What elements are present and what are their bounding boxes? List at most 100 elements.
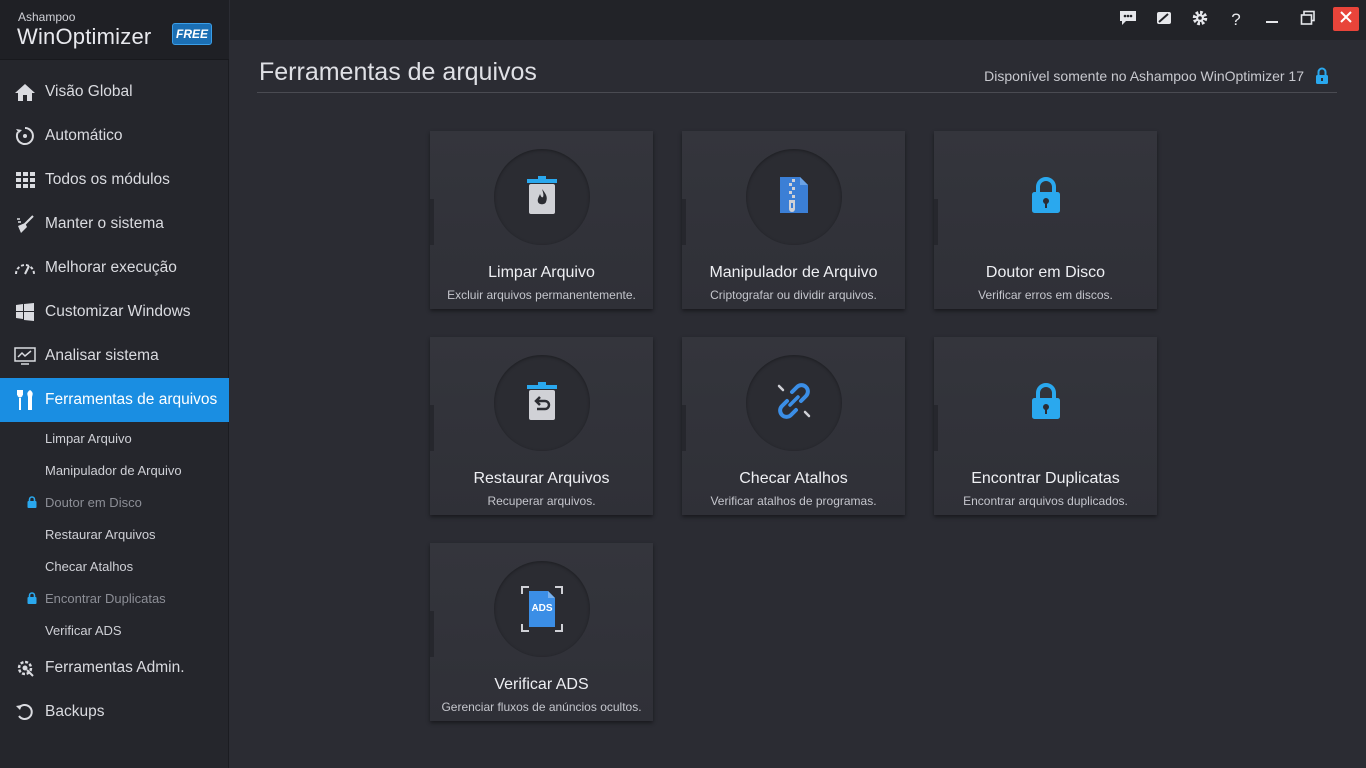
- sub-item-restaurar-arquivos[interactable]: Restaurar Arquivos: [0, 518, 229, 550]
- sub-item-label: Restaurar Arquivos: [45, 526, 156, 542]
- windows-icon: [14, 301, 36, 323]
- card-restaurar-arquivos[interactable]: Restaurar Arquivos Recuperar arquivos.: [430, 337, 653, 515]
- nav-item-automatico[interactable]: Automático: [0, 114, 229, 158]
- nav-item-melhorar-execucao[interactable]: Melhorar execução: [0, 246, 229, 290]
- lock-icon: [27, 592, 37, 607]
- card-limpar-arquivo[interactable]: Limpar Arquivo Excluir arquivos permanen…: [430, 131, 653, 309]
- nav-item-customizar-windows[interactable]: Customizar Windows: [0, 290, 229, 334]
- card-description: Recuperar arquivos.: [487, 494, 596, 508]
- card-title: Checar Atalhos: [739, 470, 848, 487]
- nav-item-label: Ferramentas de arquivos: [45, 391, 218, 408]
- sub-item-verificar-ads[interactable]: Verificar ADS: [0, 614, 229, 646]
- title-bar: ?: [230, 0, 1366, 40]
- lock-icon: [1315, 67, 1329, 90]
- sub-item-label: Manipulador de Arquivo: [45, 462, 182, 478]
- card-description: Encontrar arquivos duplicados.: [963, 494, 1128, 508]
- sub-item-label: Verificar ADS: [45, 622, 122, 638]
- nav-item-label: Customizar Windows: [45, 303, 191, 320]
- nav-item-manter-o-sistema[interactable]: Manter o sistema: [0, 202, 229, 246]
- card-description: Excluir arquivos permanentemente.: [447, 288, 636, 302]
- sub-item-label: Doutor em Disco: [45, 494, 142, 510]
- tools-icon: [14, 389, 36, 411]
- card-icon-circle: [998, 149, 1094, 245]
- gear-admin-icon: [14, 657, 36, 679]
- nav-item-label: Backups: [45, 703, 105, 720]
- nav-item-label: Melhorar execução: [45, 259, 177, 276]
- minimize-icon: [1265, 11, 1279, 30]
- nav-item-visao-global[interactable]: Visão Global: [0, 70, 229, 114]
- broom-icon: [14, 213, 36, 235]
- broken-link-icon: [775, 382, 813, 425]
- automatic-icon: [14, 125, 36, 147]
- card-icon-circle: ADS: [494, 561, 590, 657]
- card-verificar-ads[interactable]: ADS Verificar ADS Gerenciar fluxos de an…: [430, 543, 653, 721]
- restore-trash-icon: [526, 381, 558, 426]
- close-button[interactable]: [1333, 7, 1359, 31]
- card-icon-circle: [998, 355, 1094, 451]
- nav-item-label: Manter o sistema: [45, 215, 164, 232]
- card-title: Verificar ADS: [494, 676, 589, 693]
- nav-item-analisar-sistema[interactable]: Analisar sistema: [0, 334, 229, 378]
- lock-icon: [1031, 382, 1061, 425]
- card-manipulador-de-arquivo[interactable]: Manipulador de Arquivo Criptografar ou d…: [682, 131, 905, 309]
- restore-icon: [1300, 10, 1316, 31]
- free-badge: FREE: [172, 23, 212, 45]
- monitor-chart-icon: [14, 345, 36, 367]
- help-button[interactable]: ?: [1224, 8, 1248, 32]
- backup-icon: [14, 701, 36, 723]
- logo-brand: Ashampoo: [18, 10, 76, 24]
- header-divider: [257, 92, 1337, 93]
- sub-item-limpar-arquivo[interactable]: Limpar Arquivo: [0, 422, 229, 454]
- sub-item-manipulador-de-arquivo[interactable]: Manipulador de Arquivo: [0, 454, 229, 486]
- card-description: Verificar erros em discos.: [978, 288, 1113, 302]
- card-title: Encontrar Duplicatas: [971, 470, 1120, 487]
- feedback-button[interactable]: [1116, 8, 1140, 32]
- card-icon-circle: [494, 355, 590, 451]
- card-description: Verificar atalhos de programas.: [710, 494, 877, 508]
- nav-item-label: Ferramentas Admin.: [45, 659, 185, 676]
- app-logo: Ashampoo WinOptimizer FREE: [0, 0, 229, 60]
- sub-item-encontrar-duplicatas[interactable]: Encontrar Duplicatas: [0, 582, 229, 614]
- card-doutor-em-disco[interactable]: Doutor em Disco Verificar erros em disco…: [934, 131, 1157, 309]
- card-icon-circle: [746, 355, 842, 451]
- ads-label: ADS: [531, 603, 553, 614]
- logo-product-name: WinOptimizer: [17, 24, 152, 49]
- settings-button[interactable]: [1188, 8, 1212, 32]
- card-title: Doutor em Disco: [985, 264, 1106, 281]
- nav-item-label: Analisar sistema: [45, 347, 159, 364]
- ads-file-icon: ADS: [520, 585, 564, 633]
- grid-icon: [14, 169, 36, 191]
- shredder-trash-icon: [526, 175, 558, 220]
- settings-icon: [1191, 9, 1209, 32]
- restore-button[interactable]: [1296, 8, 1320, 32]
- sub-item-label: Checar Atalhos: [45, 558, 134, 574]
- close-icon: [1339, 10, 1353, 29]
- speedometer-icon: [14, 257, 36, 279]
- feedback-icon: [1119, 10, 1137, 31]
- card-checar-atalhos[interactable]: Checar Atalhos Verificar atalhos de prog…: [682, 337, 905, 515]
- skin-icon: [1156, 10, 1172, 31]
- sub-item-checar-atalhos[interactable]: Checar Atalhos: [0, 550, 229, 582]
- upgrade-hint: Disponível somente no Ashampoo WinOptimi…: [984, 68, 1304, 84]
- nav-item-label: Visão Global: [45, 83, 133, 100]
- card-icon-circle: [494, 149, 590, 245]
- card-title: Restaurar Arquivos: [473, 470, 610, 487]
- main-nav: Visão Global Automático Todos os módulos…: [0, 70, 229, 734]
- skin-button[interactable]: [1152, 8, 1176, 32]
- card-description: Criptografar ou dividir arquivos.: [710, 288, 877, 302]
- nav-item-ferramentas-admin[interactable]: Ferramentas Admin.: [0, 646, 229, 690]
- page-title: Ferramentas de arquivos: [259, 58, 537, 86]
- zip-file-icon: [778, 175, 810, 220]
- sub-item-doutor-em-disco[interactable]: Doutor em Disco: [0, 486, 229, 518]
- help-icon: ?: [1231, 10, 1241, 29]
- lock-icon: [1031, 176, 1061, 219]
- sidebar: Ashampoo WinOptimizer FREE Visão Global …: [0, 0, 229, 768]
- card-icon-circle: [746, 149, 842, 245]
- nav-item-ferramentas-de-arquivos[interactable]: Ferramentas de arquivos: [0, 378, 229, 422]
- minimize-button[interactable]: [1260, 8, 1284, 32]
- card-encontrar-duplicatas[interactable]: Encontrar Duplicatas Encontrar arquivos …: [934, 337, 1157, 515]
- card-title: Manipulador de Arquivo: [709, 264, 878, 281]
- nav-item-backups[interactable]: Backups: [0, 690, 229, 734]
- sub-item-label: Limpar Arquivo: [45, 430, 132, 446]
- nav-item-todos-os-modulos[interactable]: Todos os módulos: [0, 158, 229, 202]
